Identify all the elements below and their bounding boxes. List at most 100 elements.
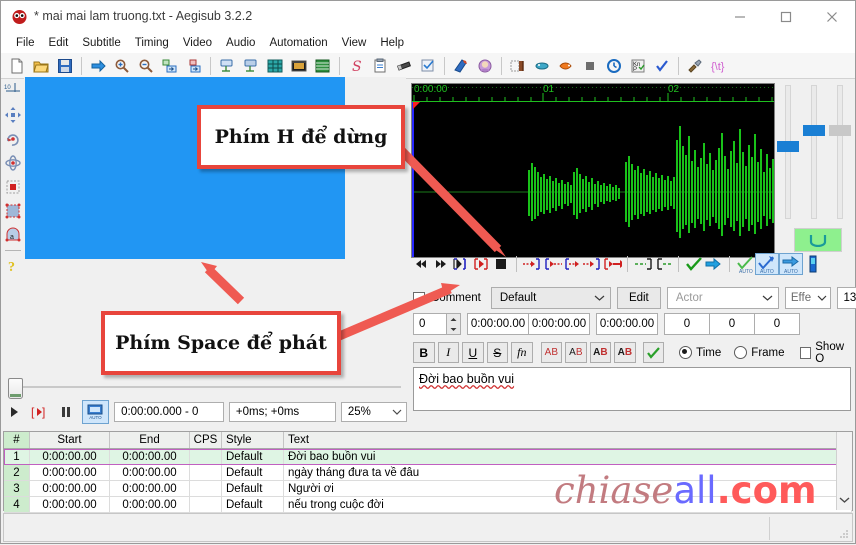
open-audio-icon[interactable] [473, 54, 497, 77]
play-next-line-icon[interactable] [431, 253, 451, 275]
column-header-start[interactable]: Start [30, 432, 110, 448]
spellchecker-icon[interactable] [416, 54, 440, 77]
play-previous-line-icon[interactable] [411, 253, 431, 275]
auto-commit-icon[interactable]: AUTO [735, 253, 755, 275]
go-to-next-line-icon[interactable] [704, 253, 724, 275]
layer-right-value[interactable]: 13 [836, 287, 856, 309]
rotate-z-icon[interactable] [2, 127, 24, 151]
subtitle-grid[interactable]: # Start End CPS Style Text 1 0:00:00.00 … [3, 431, 853, 513]
rotate-xy-icon[interactable] [2, 151, 24, 175]
menu-edit[interactable]: Edit [42, 35, 76, 51]
open-timecodes-icon[interactable] [554, 54, 578, 77]
play-icon[interactable] [3, 402, 24, 422]
select-lines-icon[interactable] [650, 54, 674, 77]
standard-cursor-icon[interactable]: 10 [2, 79, 24, 103]
tags-icon[interactable]: {\t} [707, 54, 731, 77]
audio-slider-track-1[interactable] [785, 85, 791, 219]
snap-start-to-video-icon[interactable] [158, 54, 182, 77]
audio-slider-thumb-2[interactable] [803, 125, 825, 136]
column-header-text[interactable]: Text [284, 432, 852, 448]
zoom-in-icon[interactable] [110, 54, 134, 77]
new-subtitles-icon[interactable] [5, 54, 29, 77]
help-icon[interactable]: ? [2, 254, 24, 278]
commit-icon[interactable] [684, 253, 704, 275]
shift-times-back-icon[interactable] [239, 54, 263, 77]
end-time-field[interactable]: 0:00:00.00 [528, 313, 590, 335]
resample-icon[interactable] [392, 54, 416, 77]
translation-assistant-icon[interactable] [368, 54, 392, 77]
frame-radio-group[interactable]: Frame [734, 346, 785, 359]
pause-icon[interactable] [56, 402, 77, 422]
column-header-num[interactable]: # [4, 432, 30, 448]
play-500ms-before-end-icon[interactable] [562, 253, 582, 275]
karaoke-mode-icon[interactable] [794, 228, 842, 252]
drag-subtitles-icon[interactable] [2, 103, 24, 127]
show-original-group[interactable]: Show O [799, 341, 856, 365]
scale-icon[interactable] [2, 175, 24, 199]
table-row[interactable]: 1 0:00:00.00 0:00:00.00 Default Đời bao … [4, 449, 852, 465]
start-time-field[interactable]: 0:00:00.00 [467, 313, 529, 335]
play-500ms-before-start-icon[interactable] [522, 253, 542, 275]
menu-subtitle[interactable]: Subtitle [75, 35, 127, 51]
auto-commit-icon[interactable]: AUTO [81, 400, 110, 424]
show-original-checkbox[interactable] [799, 346, 812, 359]
attachments-icon[interactable] [287, 54, 311, 77]
lead-out-icon[interactable] [653, 253, 673, 275]
italic-button[interactable]: I [437, 342, 460, 363]
styles-manager-icon[interactable] [263, 54, 287, 77]
shadow-color-button[interactable]: AB [614, 342, 636, 363]
save-subtitles-icon[interactable] [53, 54, 77, 77]
play-current-line-icon[interactable] [451, 253, 471, 275]
options-icon[interactable] [683, 54, 707, 77]
outline-color-button[interactable]: AB [589, 342, 612, 363]
effect-select[interactable]: Effe [784, 287, 831, 309]
actor-select[interactable]: Actor [666, 287, 779, 309]
bold-button[interactable]: B [413, 342, 435, 363]
audio-slider-thumb-3[interactable] [829, 125, 851, 136]
edit-style-button[interactable]: Edit [616, 287, 661, 309]
stop-icon[interactable] [578, 54, 602, 77]
video-offset-field[interactable]: +0ms; +0ms [228, 402, 336, 422]
commit-check-icon[interactable] [642, 342, 665, 363]
menu-video[interactable]: Video [176, 35, 219, 51]
shift-times-icon[interactable] [215, 54, 239, 77]
close-button[interactable] [809, 1, 855, 32]
time-radio-group[interactable]: Time [679, 346, 721, 359]
kanji-timer-icon[interactable]: Kn P [626, 54, 650, 77]
menu-timing[interactable]: Timing [128, 35, 176, 51]
style-select[interactable]: Default [490, 287, 611, 309]
maximize-button[interactable] [763, 1, 809, 32]
open-subtitles-icon[interactable] [29, 54, 53, 77]
play-first-500ms-icon[interactable] [602, 253, 622, 275]
table-row[interactable]: 3 0:00:00.00 0:00:00.00 Default Người ơi [4, 481, 852, 497]
font-select-button[interactable]: fn [511, 342, 533, 363]
audio-slider-thumb-1[interactable] [777, 141, 799, 152]
play-500ms-after-start-icon[interactable] [542, 253, 562, 275]
rectangular-clip-icon[interactable] [2, 199, 24, 223]
primary-color-button[interactable]: AB [540, 342, 563, 363]
menu-automation[interactable]: Automation [262, 35, 334, 51]
menu-file[interactable]: File [9, 35, 42, 51]
column-header-cps[interactable]: CPS [190, 432, 222, 448]
play-line-icon[interactable]: [] [29, 402, 50, 422]
close-video-icon[interactable] [506, 54, 530, 77]
menu-help[interactable]: Help [373, 35, 411, 51]
audio-waveform-display[interactable]: 0:00:00 01 02 [411, 83, 775, 258]
audio-slider-track-2[interactable] [811, 85, 817, 219]
layer-stepper-down[interactable] [447, 324, 460, 334]
layer-field[interactable]: 0 [413, 313, 447, 335]
menu-audio[interactable]: Audio [219, 35, 262, 51]
play-selection-icon[interactable] [471, 253, 491, 275]
video-seek-thumb[interactable] [8, 378, 23, 399]
timing-postprocessor-icon[interactable] [602, 54, 626, 77]
video-zoom-select[interactable]: 25% [340, 402, 408, 422]
duration-field[interactable]: 0:00:00.00 [596, 313, 658, 335]
styling-assistant-icon[interactable]: S [344, 54, 368, 77]
table-row[interactable]: 2 0:00:00.00 0:00:00.00 Default ngày thá… [4, 465, 852, 481]
layer-stepper-up[interactable] [447, 314, 460, 324]
margin-vertical-field[interactable]: 0 [754, 313, 800, 335]
strikeout-button[interactable]: S [486, 342, 509, 363]
margin-left-field[interactable]: 0 [664, 313, 710, 335]
properties-icon[interactable] [311, 54, 335, 77]
zoom-out-icon[interactable] [134, 54, 158, 77]
